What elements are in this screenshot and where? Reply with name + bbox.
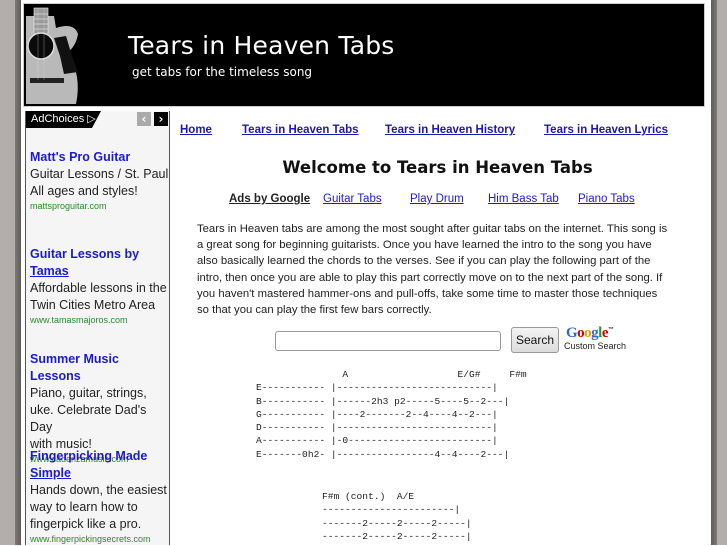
ad-link-piano-tabs[interactable]: Piano Tabs — [578, 193, 635, 205]
page-title: Welcome to Tears in Heaven Tabs — [282, 158, 593, 177]
ad-description: Hands down, the easiest — [30, 483, 167, 497]
trademark: ™ — [608, 327, 614, 333]
site-tagline: get tabs for the timeless song — [132, 65, 313, 79]
ad-item: Guitar Lessons by Tamas Affordable lesso… — [30, 246, 170, 327]
ad-description: uke. Celebrate Dad's Day — [30, 403, 147, 434]
intro-paragraph: Tears in Heaven tabs are among the most … — [197, 223, 668, 317]
guitar-tab-continued: F#m (cont.) A/E -----------------------|… — [322, 491, 472, 542]
ad-description: Piano, guitar, strings, — [30, 386, 147, 400]
ad-description: Guitar Lessons / St. Paul — [30, 167, 169, 181]
nav-link-history[interactable]: Tears in Heaven History — [385, 124, 515, 136]
ad-description: Twin Cities Metro Area — [30, 298, 156, 312]
ad-item: Matt's Pro Guitar Guitar Lessons / St. P… — [30, 149, 170, 213]
ad-link-guitar-tabs[interactable]: Guitar Tabs — [323, 193, 382, 205]
window-border-left — [0, 0, 15, 545]
ad-description: Affordable lessons in the — [30, 281, 167, 295]
ad-title[interactable]: Fingerpicking Made — [30, 448, 170, 465]
google-logo: Google™ — [566, 325, 614, 341]
site-title: Tears in Heaven Tabs — [128, 31, 395, 60]
ad-description: fingerpick like a pro. — [30, 517, 142, 531]
adchoices-bar: AdChoices ▷ ‹ › — [26, 111, 169, 128]
sidebar-ads: AdChoices ▷ ‹ › Matt's Pro Guitar Guitar… — [25, 111, 170, 545]
nav-link-home[interactable]: Home — [180, 124, 212, 136]
window-border-right — [717, 0, 727, 545]
ad-title[interactable]: Summer Music Lessons — [30, 351, 170, 385]
ad-link-him-bass-tab[interactable]: Him Bass Tab — [488, 193, 559, 205]
ad-link-play-drum[interactable]: Play Drum — [410, 193, 464, 205]
ad-description: All ages and styles! — [30, 184, 138, 198]
nav-link-lyrics[interactable]: Tears in Heaven Lyrics — [544, 124, 668, 136]
nav-link-tabs[interactable]: Tears in Heaven Tabs — [242, 124, 359, 136]
guitar-tab-intro: A E/G# F#m E----------- |---------------… — [256, 369, 527, 460]
ad-url[interactable]: www.fingerpickingsecrets.com — [30, 533, 170, 546]
search-input[interactable] — [275, 331, 501, 351]
ad-url[interactable]: mattsproguitar.com — [30, 200, 170, 213]
adchoices-link[interactable]: AdChoices ▷ — [26, 111, 101, 128]
search-button[interactable]: Search — [511, 327, 559, 353]
ad-title[interactable]: Matt's Pro Guitar — [30, 149, 170, 166]
ad-title[interactable]: Tamas — [30, 263, 170, 280]
chevron-left-icon[interactable]: ‹ — [137, 112, 151, 126]
ad-description: way to learn how to — [30, 500, 138, 514]
ads-by-google-link[interactable]: Ads by Google — [229, 193, 310, 205]
ad-item: Fingerpicking Made Simple Hands down, th… — [30, 448, 170, 546]
ad-title[interactable]: Guitar Lessons by — [30, 246, 170, 263]
custom-search-label: Custom Search — [564, 341, 627, 351]
ad-title[interactable]: Simple — [30, 465, 170, 482]
window-border-left-shadow — [15, 0, 21, 545]
acoustic-guitar-icon — [26, 6, 94, 104]
site-header: Tears in Heaven Tabs get tabs for the ti… — [23, 3, 705, 107]
chevron-right-icon[interactable]: › — [154, 112, 168, 126]
ad-url[interactable]: www.tamasmajoros.com — [30, 314, 170, 327]
main-content: Home Tears in Heaven Tabs Tears in Heave… — [170, 111, 710, 545]
